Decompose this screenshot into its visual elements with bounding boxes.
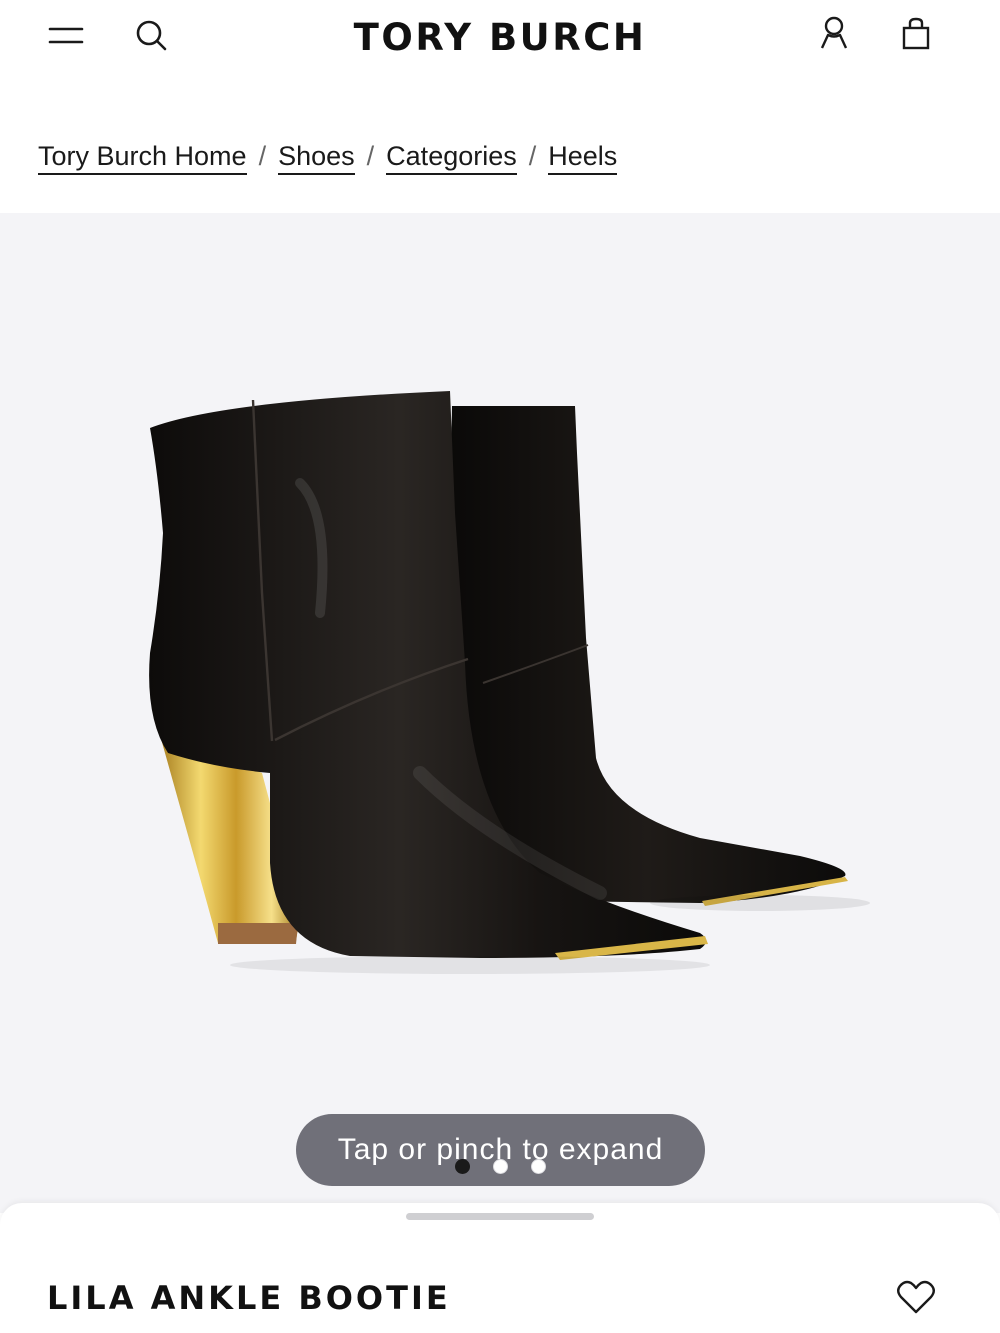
breadcrumb-link-heels[interactable]: Heels bbox=[548, 140, 618, 175]
breadcrumb-link-categories[interactable]: Categories bbox=[386, 140, 517, 175]
shopping-bag-icon[interactable] bbox=[896, 14, 936, 54]
breadcrumb: Tory Burch Home / Shoes / Categories / H… bbox=[38, 140, 618, 180]
top-navigation-bar: TORY BURCH bbox=[0, 0, 1000, 80]
breadcrumb-separator: / bbox=[258, 141, 267, 171]
search-icon[interactable] bbox=[132, 16, 170, 54]
heart-icon[interactable] bbox=[896, 1279, 936, 1315]
sheet-drag-handle[interactable] bbox=[406, 1213, 594, 1220]
product-title: LILA ANKLE BOOTIE bbox=[47, 1279, 451, 1317]
product-details-sheet[interactable]: LILA ANKLE BOOTIE bbox=[0, 1203, 1000, 1333]
brand-logo[interactable]: TORY BURCH bbox=[300, 16, 700, 59]
pagination-dot-active[interactable] bbox=[455, 1159, 470, 1174]
product-image-gallery[interactable]: Tap or pinch to expand bbox=[0, 213, 1000, 1213]
breadcrumb-separator: / bbox=[366, 141, 375, 171]
breadcrumb-link-shoes[interactable]: Shoes bbox=[278, 140, 355, 175]
pagination-dot[interactable] bbox=[531, 1159, 546, 1174]
product-image-ankle-booties[interactable] bbox=[0, 213, 1000, 1213]
menu-icon[interactable] bbox=[46, 20, 86, 50]
breadcrumb-link-home[interactable]: Tory Burch Home bbox=[38, 140, 247, 175]
expand-hint-tooltip[interactable]: Tap or pinch to expand bbox=[296, 1114, 705, 1186]
gallery-pagination-dots bbox=[455, 1159, 555, 1175]
breadcrumb-separator: / bbox=[528, 141, 537, 171]
account-icon[interactable] bbox=[814, 14, 854, 54]
pagination-dot[interactable] bbox=[493, 1159, 508, 1174]
